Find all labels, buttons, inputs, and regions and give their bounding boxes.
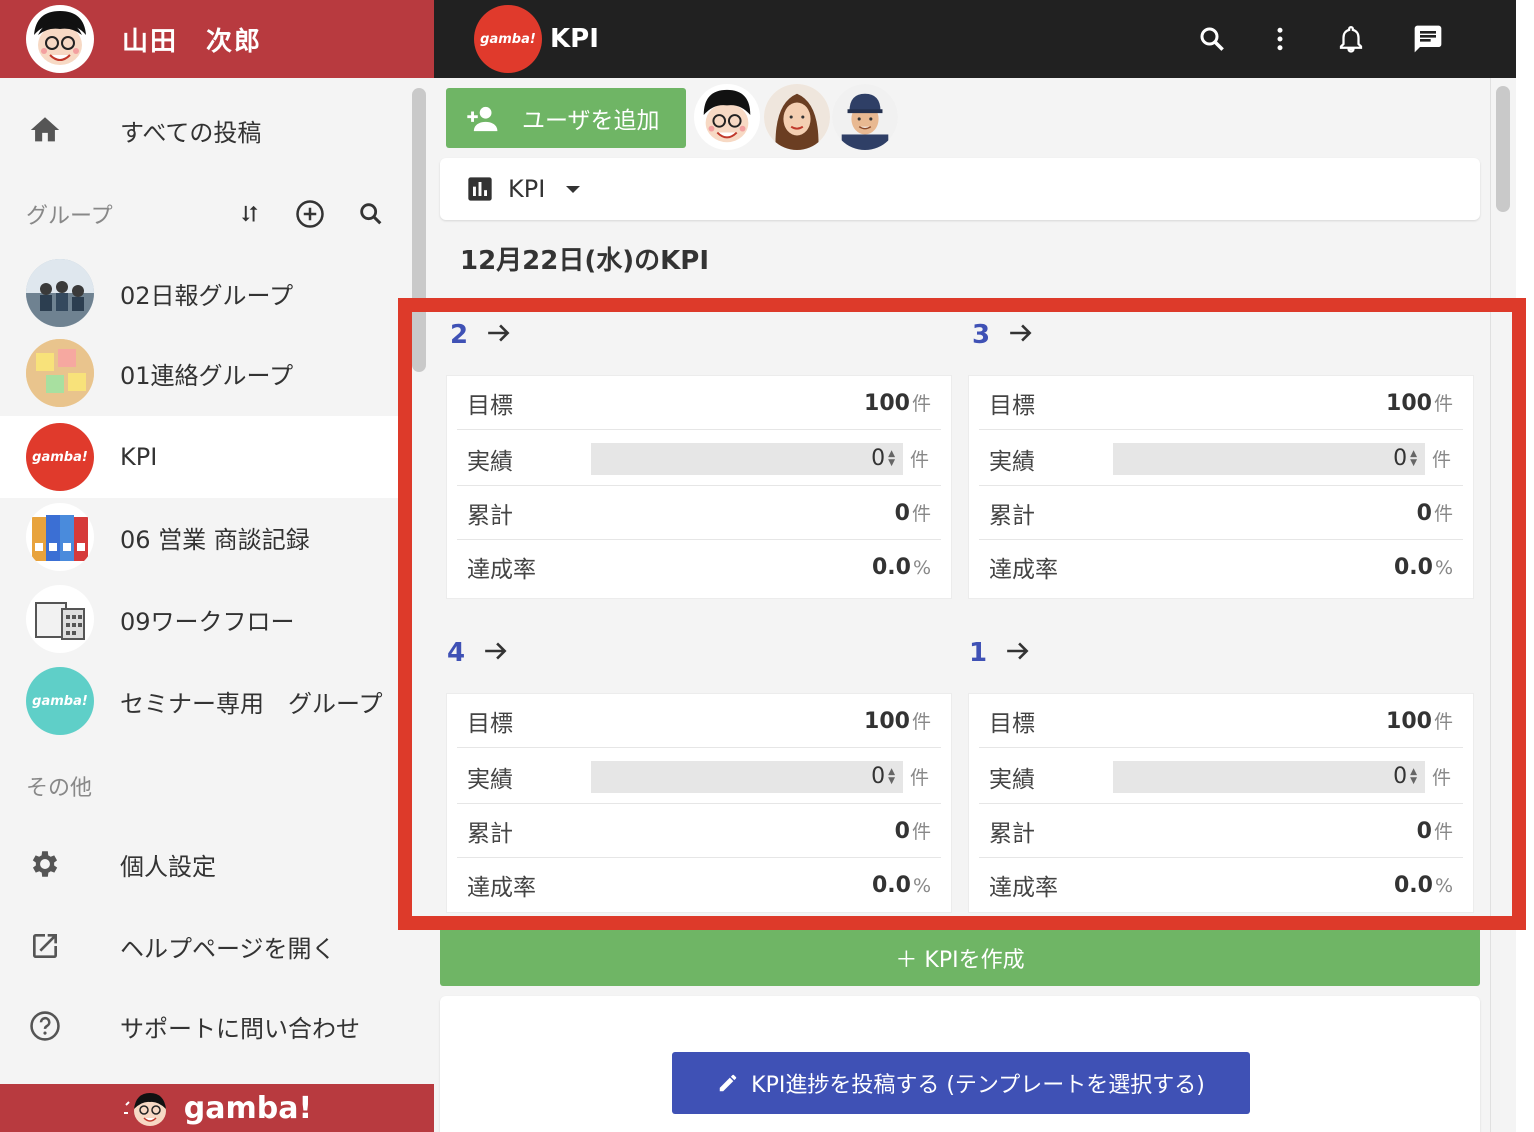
group-label: セミナー専用 グループ <box>120 689 383 718</box>
gamba-logo-text: gamba! <box>32 693 88 709</box>
dropdown-arrow-icon <box>563 183 583 195</box>
home-icon <box>25 110 65 150</box>
sidebar-item-settings[interactable]: 個人設定 <box>0 826 410 902</box>
others-section-label: その他 <box>26 776 93 801</box>
person-add-icon <box>466 103 500 133</box>
group-avatar <box>26 259 94 327</box>
group-logo[interactable]: gamba! <box>474 5 542 73</box>
workflow-icon <box>26 585 94 653</box>
group-label: KPI <box>120 443 158 471</box>
gamba-logo-icon: gamba! <box>26 667 94 735</box>
more-vert-icon[interactable] <box>1260 19 1300 59</box>
add-user-label: ユーザを追加 <box>522 108 660 134</box>
sidebar-item-all-posts[interactable]: すべての投稿 <box>0 92 410 168</box>
group-avatar <box>26 339 94 407</box>
brand-footer: gamba! <box>0 1084 434 1132</box>
sidebar-group-item[interactable]: gamba! セミナー専用 グループ <box>0 660 410 742</box>
gamba-logo-text: gamba! <box>32 449 88 465</box>
search-group-icon[interactable] <box>353 196 389 232</box>
group-label: 09ワークフロー <box>120 607 295 636</box>
groups-section-label: グループ <box>26 204 113 229</box>
help-circle-icon <box>25 1006 65 1046</box>
highlight-frame <box>398 298 1526 930</box>
add-group-icon[interactable] <box>292 196 328 232</box>
brand-name: gamba! <box>183 1090 313 1126</box>
open-external-icon <box>25 926 65 966</box>
sidebar-group-item[interactable]: 09ワークフロー <box>0 578 410 660</box>
user-name: 山田 次郎 <box>122 26 263 57</box>
member-avatar[interactable] <box>694 84 760 150</box>
gear-icon <box>25 844 65 884</box>
main-scrollbar-thumb[interactable] <box>1496 86 1510 212</box>
gamba-logo-icon: gamba! <box>26 423 94 491</box>
binders-icon <box>26 503 94 571</box>
gamba-logo-text: gamba! <box>480 31 536 47</box>
top-app-bar: gamba! KPI <box>434 0 1516 78</box>
bell-icon[interactable] <box>1331 19 1371 59</box>
sidebar-group-item-kpi[interactable]: gamba! KPI <box>0 416 410 498</box>
kpi-date-heading: 12月22日(水)のKPI <box>460 246 710 276</box>
sidebar-group-item[interactable]: 06 営業 商談記録 <box>0 496 410 578</box>
add-user-button[interactable]: ユーザを追加 <box>446 88 686 148</box>
sidebar-item-support[interactable]: サポートに問い合わせ <box>0 988 410 1064</box>
sort-icon[interactable] <box>232 196 268 232</box>
sidebar-group-item[interactable]: 01連絡グループ <box>0 332 410 414</box>
message-icon[interactable] <box>1408 19 1448 59</box>
search-icon[interactable] <box>1192 19 1232 59</box>
mascot-icon <box>123 1093 166 1126</box>
page-title: KPI <box>550 24 599 54</box>
group-label: 06 営業 商談記録 <box>120 525 310 554</box>
create-kpi-button[interactable]: ＋ KPIを作成 <box>440 930 1480 986</box>
user-avatar[interactable] <box>26 5 94 73</box>
sidebar-item-label: 個人設定 <box>120 852 216 881</box>
bar-chart-icon <box>466 175 494 203</box>
member-avatar[interactable] <box>764 84 830 150</box>
sidebar-item-label: サポートに問い合わせ <box>120 1014 360 1043</box>
sidebar-group-item[interactable]: 02日報グループ <box>0 252 410 334</box>
sidebar-item-label: ヘルプページを開く <box>120 934 336 963</box>
sidebar: 山田 次郎 すべての投稿 グループ 02日報グループ 01連絡グループ gamb… <box>0 0 434 1132</box>
user-header[interactable]: 山田 次郎 <box>0 0 434 78</box>
pencil-icon <box>717 1072 739 1094</box>
member-avatar[interactable] <box>832 84 898 150</box>
sidebar-item-label: すべての投稿 <box>120 118 262 147</box>
kpi-select-value: KPI <box>508 175 546 203</box>
post-kpi-progress-button[interactable]: KPI進捗を投稿する (テンプレートを選択する) <box>672 1052 1250 1114</box>
post-kpi-progress-label: KPI進捗を投稿する (テンプレートを選択する) <box>751 1073 1205 1098</box>
group-label: 02日報グループ <box>120 281 294 310</box>
kpi-group-select[interactable]: KPI <box>440 158 1480 220</box>
sidebar-item-help[interactable]: ヘルプページを開く <box>0 908 410 984</box>
group-label: 01連絡グループ <box>120 361 294 390</box>
